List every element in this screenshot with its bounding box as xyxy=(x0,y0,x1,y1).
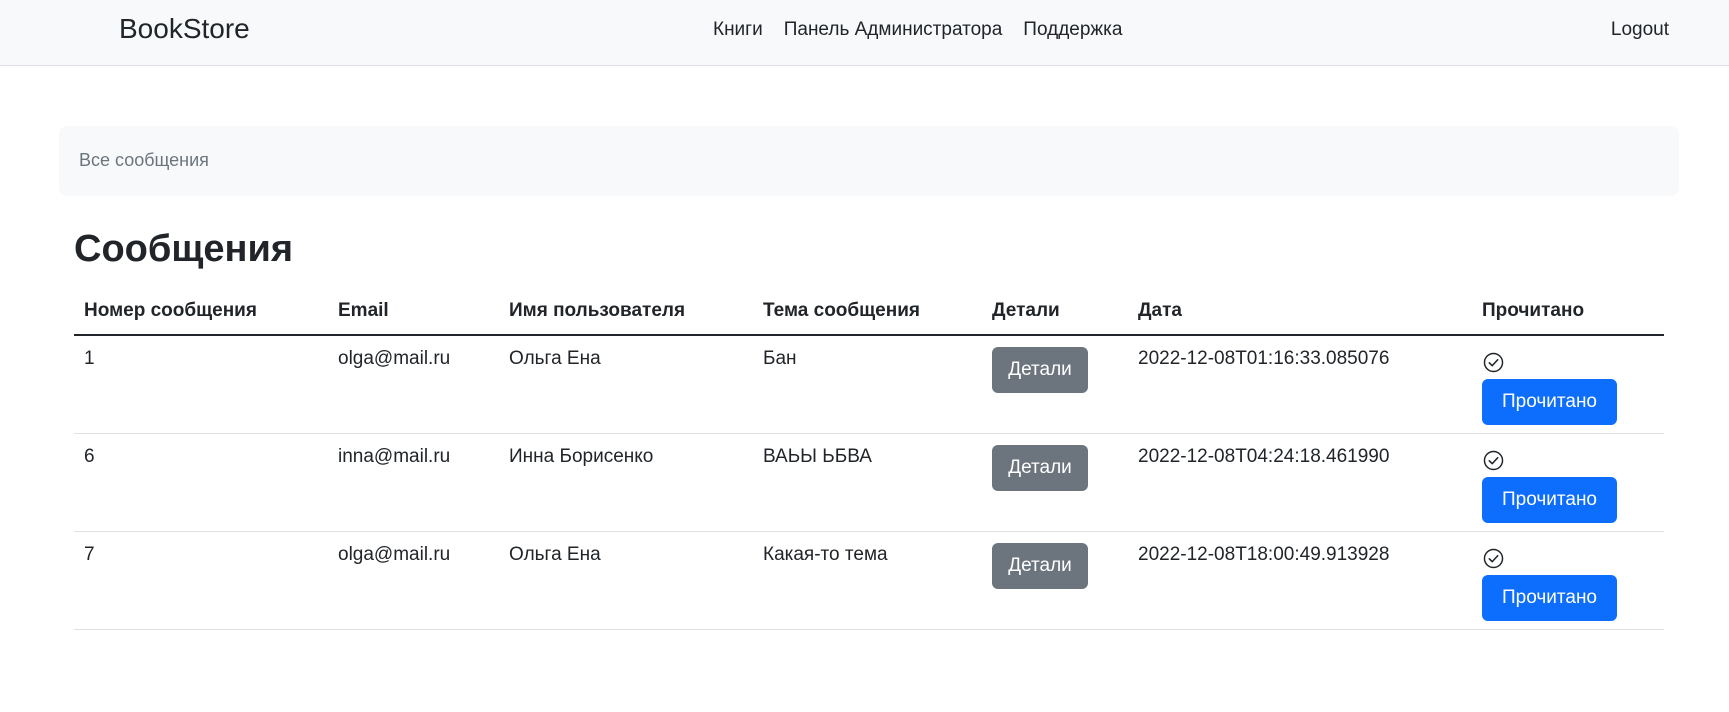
cell-date: 2022-12-08T01:16:33.085076 xyxy=(1128,335,1472,434)
column-header-subject: Тема сообщения xyxy=(753,288,982,336)
mark-read-button[interactable]: Прочитано xyxy=(1482,574,1617,621)
table-row: 1 olga@mail.ru Ольга Ена Бан Детали 2022… xyxy=(74,335,1664,434)
check-circle-icon xyxy=(1483,548,1504,568)
details-button[interactable]: Детали xyxy=(992,444,1088,491)
cell-email: olga@mail.ru xyxy=(328,335,499,434)
details-button[interactable]: Детали xyxy=(992,542,1088,589)
cell-details: Детали xyxy=(982,531,1128,630)
cell-read: Прочитано xyxy=(1472,531,1664,630)
column-header-message-number: Номер сообщения xyxy=(74,288,328,336)
cell-email: olga@mail.ru xyxy=(328,531,499,630)
cell-subject: ВАЬЫ ЬБВА xyxy=(753,433,982,532)
check-circle-icon xyxy=(1483,450,1504,470)
page-title: Сообщения xyxy=(74,228,294,270)
cell-read: Прочитано xyxy=(1472,433,1664,532)
cell-username: Ольга Ена xyxy=(499,335,753,434)
check-circle-icon xyxy=(1483,352,1504,373)
cell-read: Прочитано xyxy=(1472,335,1664,434)
breadcrumb: Все сообщения xyxy=(59,126,1679,196)
column-header-date: Дата xyxy=(1128,288,1472,336)
column-header-email: Email xyxy=(328,288,499,336)
nav-link-support[interactable]: Поддержка xyxy=(1023,19,1122,41)
cell-message-number: 1 xyxy=(74,335,328,434)
mark-read-button[interactable]: Прочитано xyxy=(1482,476,1617,523)
logout-link[interactable]: Logout xyxy=(1611,19,1669,41)
cell-username: Ольга Ена xyxy=(499,531,753,630)
cell-details: Детали xyxy=(982,335,1128,434)
column-header-details: Детали xyxy=(982,288,1128,336)
details-button[interactable]: Детали xyxy=(992,347,1088,393)
table-body: 1 olga@mail.ru Ольга Ена Бан Детали 2022… xyxy=(74,335,1664,630)
mark-read-button[interactable]: Прочитано xyxy=(1482,379,1617,425)
nav-links: Книги Панель Администратора Поддержка xyxy=(713,19,1122,41)
cell-message-number: 6 xyxy=(74,433,328,532)
table-row: 7 olga@mail.ru Ольга Ена Какая-то тема Д… xyxy=(74,531,1664,630)
nav-link-admin-panel[interactable]: Панель Администратора xyxy=(784,19,1003,41)
table-header: Номер сообщения Email Имя пользователя Т… xyxy=(74,288,1664,336)
nav-link-books[interactable]: Книги xyxy=(713,19,763,41)
cell-date: 2022-12-08T04:24:18.461990 xyxy=(1128,433,1472,532)
column-header-read: Прочитано xyxy=(1472,288,1664,336)
cell-date: 2022-12-08T18:00:49.913928 xyxy=(1128,531,1472,630)
cell-subject: Бан xyxy=(753,335,982,434)
cell-message-number: 7 xyxy=(74,531,328,630)
cell-email: inna@mail.ru xyxy=(328,433,499,532)
cell-details: Детали xyxy=(982,433,1128,532)
messages-table: Номер сообщения Email Имя пользователя Т… xyxy=(74,288,1664,630)
cell-subject: Какая-то тема xyxy=(753,531,982,630)
breadcrumb-item: Все сообщения xyxy=(79,150,209,170)
column-header-username: Имя пользователя xyxy=(499,288,753,336)
cell-username: Инна Борисенко xyxy=(499,433,753,532)
table-row: 6 inna@mail.ru Инна Борисенко ВАЬЫ ЬБВА … xyxy=(74,433,1664,532)
header-row: Номер сообщения Email Имя пользователя Т… xyxy=(74,288,1664,336)
navbar: BookStore Книги Панель Администратора По… xyxy=(0,0,1729,66)
brand-logo[interactable]: BookStore xyxy=(119,13,250,45)
